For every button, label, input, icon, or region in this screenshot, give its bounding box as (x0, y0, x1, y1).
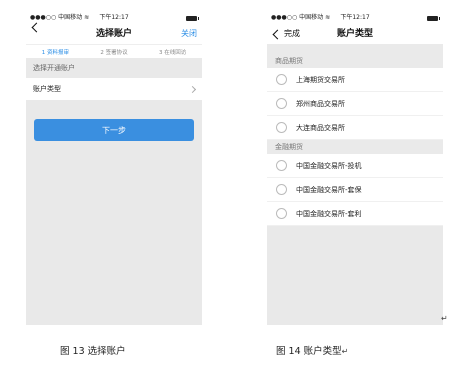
step-3: 3 在线回访 (159, 49, 187, 56)
paragraph-mark: ↵ (441, 314, 448, 323)
paragraph-mark: ↵ (341, 347, 349, 356)
caption-figure-13: 图 13 选择账户 (60, 346, 126, 357)
step-1: 1 资料报审 (41, 49, 69, 56)
option-cffex-arbitrage[interactable]: 中国金融交易所-套利 (267, 202, 443, 226)
option-label: 中国金融交易所-套保 (296, 185, 362, 194)
progress-steps: 1 资料报审 2 签署协议 3 在线回访 (26, 44, 202, 58)
battery-icon (186, 16, 199, 21)
option-label: 上海期货交易所 (296, 75, 345, 84)
option-cffex-hedge[interactable]: 中国金融交易所-套保 (267, 178, 443, 202)
radio-icon (276, 74, 287, 85)
group-header-financial: 金融期货 (267, 140, 443, 154)
option-shfe[interactable]: 上海期货交易所 (267, 68, 443, 92)
option-czce[interactable]: 郑州商品交易所 (267, 92, 443, 116)
option-dce[interactable]: 大连商品交易所 (267, 116, 443, 140)
battery-icon (427, 16, 440, 21)
divider (267, 44, 443, 54)
option-label: 中国金融交易所-套利 (296, 209, 362, 218)
radio-icon (276, 122, 287, 133)
status-bar: ●●●○○ 中国移动 ≋ 下午12:17 (26, 12, 202, 24)
caption-figure-14: 图 14 账户类型↵ (276, 343, 348, 357)
page-title: 账户类型 (336, 29, 373, 39)
radio-icon (276, 184, 287, 195)
radio-icon (276, 160, 287, 171)
caption-text: 图 14 账户类型 (276, 346, 342, 357)
close-button[interactable]: 关闭 (181, 24, 197, 44)
option-label: 大连商品交易所 (296, 123, 345, 132)
status-time: 下午12:17 (340, 14, 370, 21)
account-type-screen: ●●●○○ 中国移动 ≋ 下午12:17 完成 账户类型 商品期货 上海期货交易所… (267, 12, 443, 325)
option-cffex-speculation[interactable]: 中国金融交易所-投机 (267, 154, 443, 178)
nav-bar: 选择账户 关闭 (26, 22, 202, 44)
section-header: 选择开通账户 (33, 64, 75, 72)
status-bar: ●●●○○ 中国移动 ≋ 下午12:17 (267, 12, 443, 24)
radio-icon (276, 208, 287, 219)
radio-icon (276, 98, 287, 109)
group-header-commodity: 商品期货 (267, 54, 443, 68)
option-label: 郑州商品交易所 (296, 99, 345, 108)
next-button[interactable]: 下一步 (34, 119, 194, 141)
nav-bar: 完成 账户类型 (267, 24, 443, 44)
account-type-label: 账户类型 (33, 85, 61, 93)
select-account-screen: ●●●○○ 中国移动 ≋ 下午12:17 选择账户 关闭 1 资料报审 2 签署协… (26, 12, 202, 325)
page-title: 选择账户 (95, 29, 132, 39)
chevron-right-icon (188, 85, 197, 93)
account-type-row[interactable]: 账户类型 (26, 78, 202, 100)
step-2: 2 签署协议 (100, 49, 128, 56)
option-label: 中国金融交易所-投机 (296, 161, 362, 170)
status-time: 下午12:17 (99, 14, 129, 21)
